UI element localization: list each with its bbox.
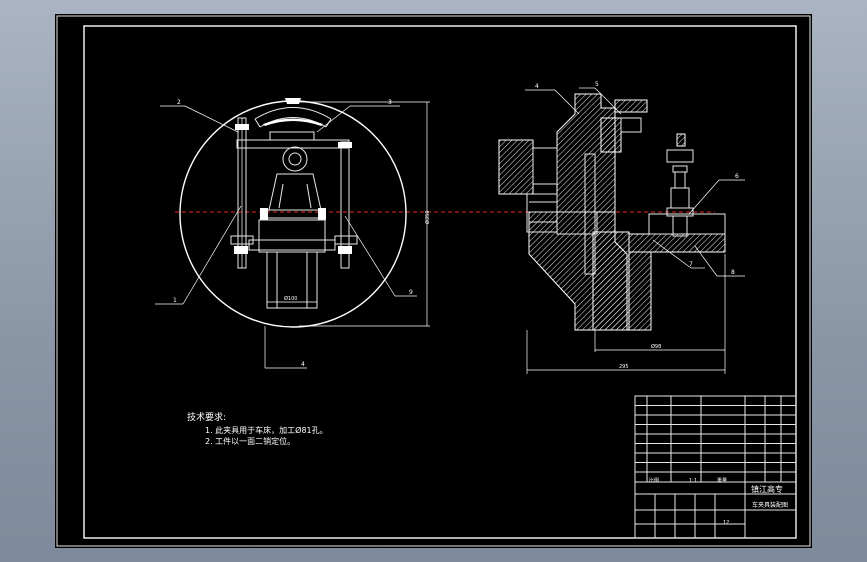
right-dim-b: 295: [619, 364, 629, 370]
notes-item-2: 2. 工件以一面二销定位。: [205, 436, 295, 446]
drawing-canvas: Ø100 Ø350 2 3 1 9 4 Ø98 295 4 5 6 7 8 技术…: [56, 15, 811, 547]
right-label-4: 4: [535, 83, 539, 90]
right-dim-a: Ø98: [651, 343, 661, 350]
sheet-count: 12: [723, 520, 729, 526]
left-label-9: 9: [409, 289, 413, 296]
left-dim-b: Ø350: [424, 211, 431, 224]
weight-label: 重量: [717, 477, 727, 484]
scale-value: 1:1: [689, 478, 697, 484]
left-view: Ø100 Ø350 2 3 1 9 4: [155, 98, 431, 369]
drawing-name: 车夹具装配图: [752, 501, 788, 509]
drawing-sheet: Ø100 Ø350 2 3 1 9 4 Ø98 295 4 5 6 7 8 技术…: [55, 14, 812, 548]
notes-item-1: 1. 此夹具用于车床，加工Ø81孔。: [205, 425, 328, 435]
right-label-5: 5: [595, 81, 599, 88]
company-name: 镇江高专: [751, 484, 783, 494]
right-label-8: 8: [731, 269, 735, 276]
faceplate-circle: [179, 100, 407, 328]
notes-heading: 技术要求:: [187, 411, 226, 423]
title-block: 镇江高专 车夹具装配图 比例 1:1 重量 12: [634, 395, 797, 539]
technical-notes: 技术要求: 1. 此夹具用于车床，加工Ø81孔。 2. 工件以一面二销定位。: [187, 411, 328, 446]
right-label-6: 6: [735, 173, 739, 180]
right-view: Ø98 295 4 5 6 7 8: [498, 81, 745, 374]
left-label-3: 3: [388, 99, 392, 106]
cad-viewport[interactable]: Ø100 Ø350 2 3 1 9 4 Ø98 295 4 5 6 7 8 技术…: [0, 0, 867, 562]
left-label-2: 2: [177, 99, 181, 106]
scale-label: 比例: [649, 477, 659, 484]
left-label-4: 4: [301, 361, 305, 368]
left-dim-a: Ø100: [284, 295, 297, 302]
left-label-1: 1: [173, 297, 177, 304]
right-label-7: 7: [689, 261, 693, 268]
inner-frame: [83, 25, 797, 539]
outer-frame: [56, 15, 811, 547]
